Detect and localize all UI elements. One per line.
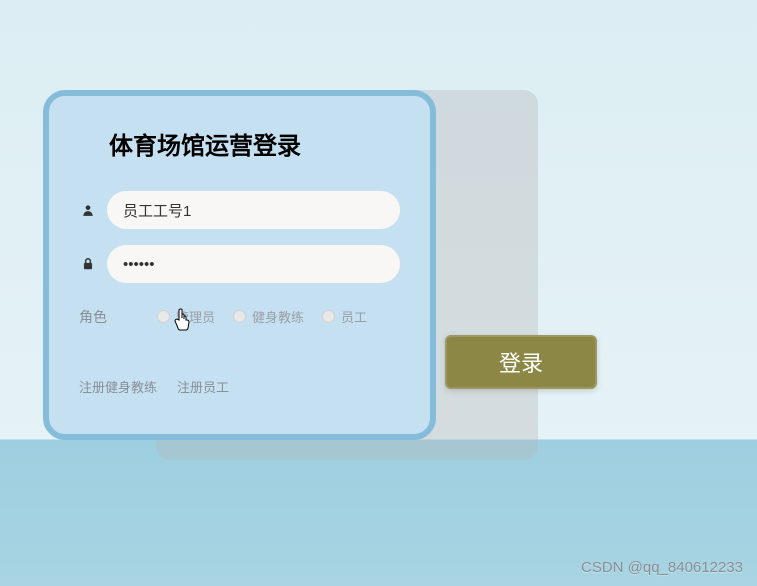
username-row	[79, 191, 400, 229]
login-button-label: 登录	[499, 346, 543, 378]
role-radio-group: 管理员 健身教练 员工	[157, 307, 367, 326]
username-input[interactable]	[107, 191, 400, 229]
role-row: 角色 管理员 健身教练 员工	[79, 307, 400, 327]
page-title: 体育场馆运营登录	[109, 126, 400, 161]
register-links: 注册健身教练 注册员工	[79, 377, 400, 396]
password-input[interactable]	[107, 245, 400, 283]
radio-label: 员工	[341, 307, 367, 326]
watermark: CSDN @qq_840612233	[581, 559, 743, 576]
register-staff-link[interactable]: 注册员工	[177, 377, 229, 396]
register-coach-link[interactable]: 注册健身教练	[79, 377, 157, 396]
login-button[interactable]: 登录	[445, 335, 597, 389]
role-label: 角色	[79, 307, 107, 327]
login-card: 体育场馆运营登录 角色 管理员 健身教练	[43, 90, 436, 440]
role-option-admin[interactable]: 管理员	[157, 307, 215, 326]
radio-icon	[157, 310, 170, 323]
role-option-staff[interactable]: 员工	[322, 307, 367, 326]
radio-label: 健身教练	[252, 307, 304, 326]
role-option-coach[interactable]: 健身教练	[233, 307, 304, 326]
radio-icon	[322, 310, 335, 323]
password-row	[79, 245, 400, 283]
user-icon	[79, 203, 97, 217]
radio-icon	[233, 310, 246, 323]
lock-icon	[79, 257, 97, 271]
radio-label: 管理员	[176, 307, 215, 326]
